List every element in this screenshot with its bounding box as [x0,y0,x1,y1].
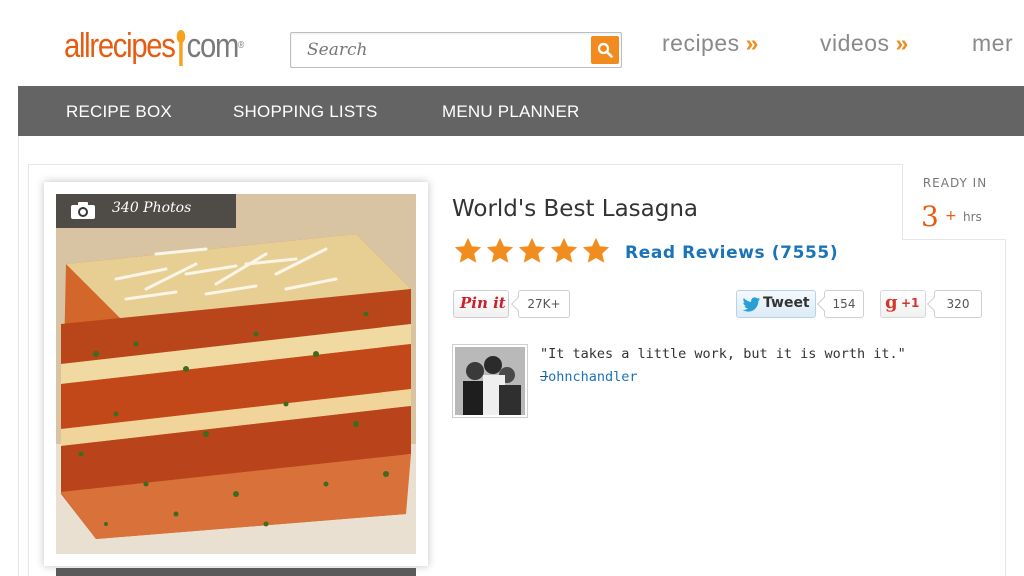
tweet-count: 154 [824,290,864,318]
search-input[interactable] [291,33,589,67]
nav-videos-label: videos [820,30,890,56]
photo-count-label: 340 Photos [112,200,192,216]
site-header: allrecipescom® recipes» videos» mer [0,0,1024,86]
subnav-menu-planner[interactable]: MENU PLANNER [442,86,579,136]
camera-icon [71,202,95,219]
ready-in-value: 3 [921,200,939,233]
pin-count: 27K+ [518,290,570,318]
google-plus-button[interactable]: g +1 [880,290,926,318]
quote-author-link[interactable]: Johnchandler [540,366,638,388]
tweet-button[interactable]: Tweet [736,290,816,318]
pinterest-button[interactable]: Pin it [453,290,509,318]
photo-count-badge[interactable]: 340 Photos [56,194,236,228]
search-button[interactable] [591,36,619,64]
google-g-icon: g [885,292,898,313]
nav-recipes[interactable]: recipes» [662,30,759,57]
read-reviews-link[interactable]: Read Reviews (7555) [625,243,838,263]
search-box [290,32,622,68]
twitter-bird-icon [743,297,760,312]
pin-it-label: Pin it [460,294,506,312]
ready-in-label: READY IN [922,176,988,190]
plus-one-label: +1 [901,296,920,310]
nav-arrow-icon: » [895,30,909,56]
nav-arrow-icon: » [745,30,759,56]
ready-in-unit: hrs [963,210,982,224]
gplus-count: 320 [934,290,982,318]
photo-toolbar [56,568,416,576]
recipe-photo[interactable] [56,194,416,554]
recipe-photo-frame [44,182,428,566]
lasagna-image [56,194,416,554]
nav-videos[interactable]: videos» [820,30,909,57]
logo-trademark: ® [238,40,244,51]
star-icon [518,237,546,263]
spoon-icon [176,30,185,66]
star-icon [550,237,578,263]
star-icon [486,237,514,263]
search-icon [597,42,613,58]
tweet-label: Tweet [763,295,810,311]
allrecipes-logo[interactable]: allrecipes com® [64,26,244,66]
reviewer-photo [455,347,525,415]
ready-in-plus: + [945,208,957,224]
nav-menus-label: mer [972,30,1014,56]
sub-navigation-bar: RECIPE BOX SHOPPING LISTS MENU PLANNER [18,86,1024,136]
recipe-title: World's Best Lasagna [452,196,699,222]
ready-in-box: READY IN 3 + hrs [902,164,1006,240]
star-icon [582,237,610,263]
nav-menus[interactable]: mer [972,30,1013,57]
subnav-shopping-lists[interactable]: SHOPPING LISTS [233,86,378,136]
logo-text: allrecipes [64,27,176,65]
nav-recipes-label: recipes [662,30,740,56]
star-icon [454,237,482,263]
reviewer-avatar[interactable] [452,344,528,418]
rating-stars [453,236,611,268]
subnav-recipe-box[interactable]: RECIPE BOX [66,86,172,136]
logo-suffix: com [186,27,240,65]
